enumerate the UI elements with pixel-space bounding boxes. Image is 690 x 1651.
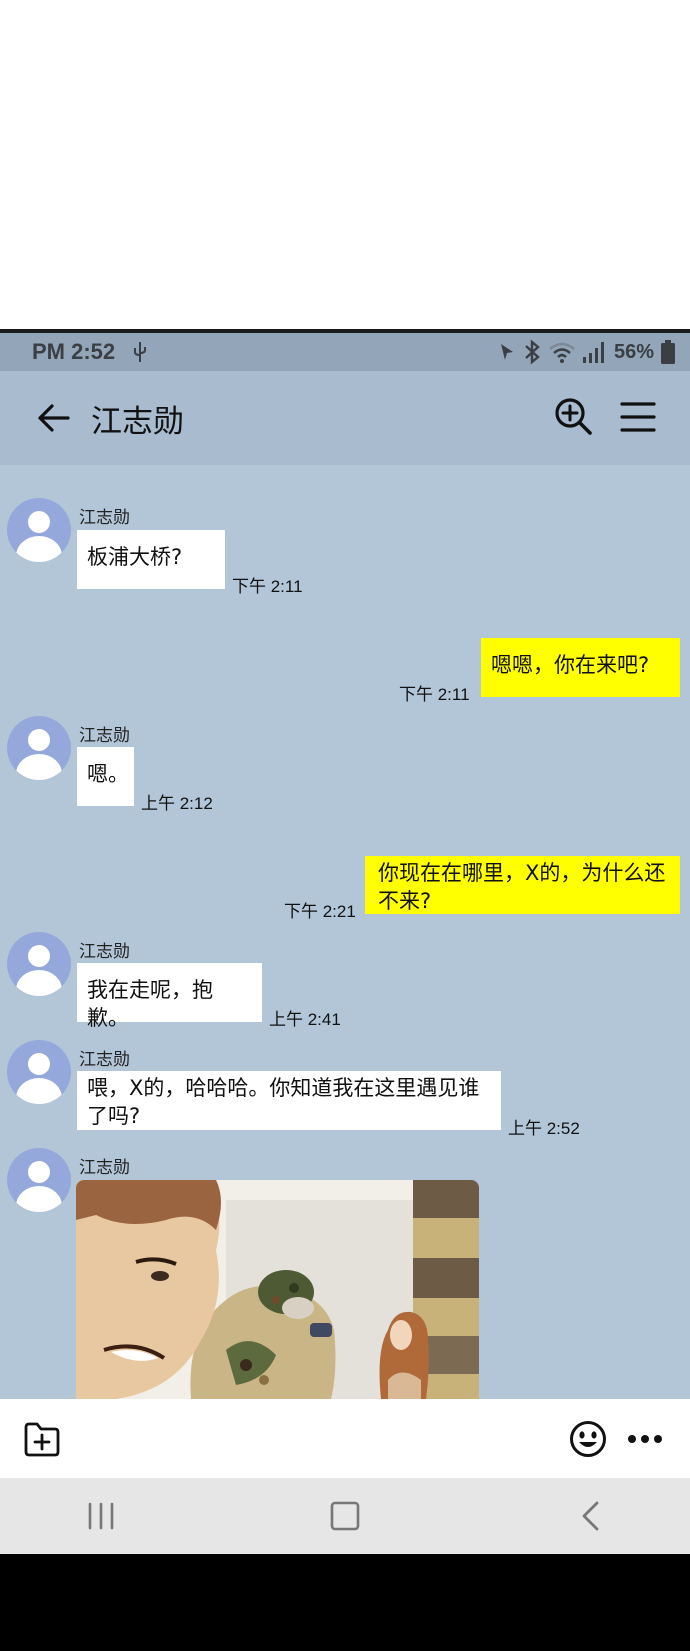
smiley-icon[interactable] [569,1420,607,1458]
chat-title: 江志勋 [91,404,184,440]
add-file-icon[interactable] [23,1421,61,1457]
avatar[interactable] [7,1040,71,1104]
wifi-icon [549,342,575,363]
zoom-in-icon[interactable] [553,396,593,436]
status-bar: PM 2:52 56% [0,333,690,371]
message-time: 上午 2:52 [508,1119,580,1138]
incoming-message-bubble[interactable]: 板浦大桥? [77,530,225,589]
sender-name: 江志勋 [79,726,130,746]
comic-illustration [76,1180,479,1399]
bluetooth-icon [525,339,540,365]
avatar[interactable] [7,1148,71,1212]
message-time: 下午 2:21 [284,902,356,921]
message-time: 上午 2:41 [269,1010,341,1029]
message-input-bar [0,1399,690,1478]
usb-icon [134,342,146,362]
avatar[interactable] [7,716,71,780]
avatar[interactable] [7,498,71,562]
battery-percent: 56% [613,340,654,363]
outgoing-message-bubble[interactable]: 你现在在哪里，X的，为什么还不来? [365,856,680,914]
incoming-message-bubble[interactable]: 嗯。 [77,747,134,806]
battery-icon [661,340,675,364]
sender-name: 江志勋 [79,942,130,962]
status-time: PM 2:52 [32,339,116,364]
outgoing-message-bubble[interactable]: 嗯嗯，你在来吧? [481,638,680,697]
top-blank-area [0,0,690,329]
chat-header: 江志勋 [0,371,690,465]
arrow-left-icon[interactable] [34,398,74,438]
nav-back-icon[interactable] [578,1500,604,1532]
sender-name: 江志勋 [79,508,130,528]
signal-icon [582,342,604,363]
sender-name: 江志勋 [79,1158,130,1178]
home-icon[interactable] [329,1500,361,1532]
status-icons: 56% [498,337,676,367]
message-time: 下午 2:11 [232,577,303,596]
avatar[interactable] [7,932,71,996]
message-time: 下午 2:11 [399,685,470,704]
more-dots-icon[interactable] [627,1432,663,1446]
system-navigation-bar [0,1478,690,1554]
hamburger-menu-icon[interactable] [619,399,657,435]
incoming-message-bubble[interactable]: 我在走呢，抱歉。 [77,963,262,1030]
bottom-black-area [0,1554,690,1651]
sender-name: 江志勋 [79,1050,130,1070]
comic-image-message[interactable] [76,1180,479,1399]
incoming-message-bubble[interactable]: 喂，X的，哈哈哈。你知道我在这里遇见谁了吗? [77,1071,501,1130]
recent-apps-icon[interactable] [85,1500,117,1532]
message-time: 上午 2:12 [141,794,213,813]
location-icon [500,344,513,360]
